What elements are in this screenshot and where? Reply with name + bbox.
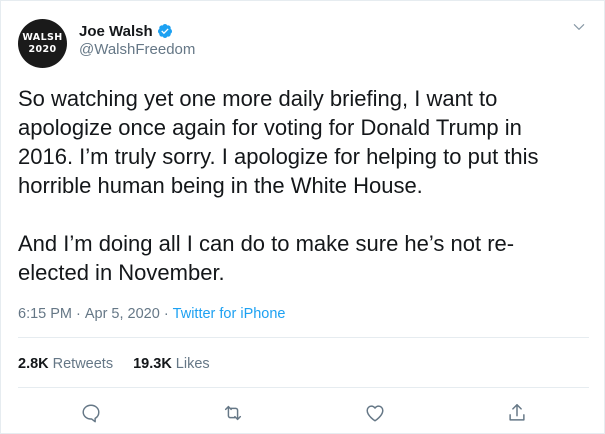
chevron-down-icon[interactable] <box>571 19 587 35</box>
author-handle[interactable]: @WalshFreedom <box>79 41 195 58</box>
likes-label: Likes <box>175 356 210 372</box>
tweet-meta: 6:15 PM · Apr 5, 2020 · Twitter for iPho… <box>18 306 286 322</box>
meta-separator: · <box>76 306 81 322</box>
action-bar <box>1 401 604 425</box>
display-name[interactable]: Joe Walsh <box>79 23 153 40</box>
verified-badge-icon <box>157 23 173 39</box>
likes-count: 19.3K <box>133 356 172 372</box>
retweets-label: Retweets <box>52 356 114 372</box>
tweet-card: WALSH 2020 Joe Walsh @WalshFreedom So wa… <box>0 0 605 434</box>
engagement-stats: 2.8K Retweets 19.3K Likes <box>18 356 230 372</box>
tweet-date[interactable]: Apr 5, 2020 <box>85 306 160 322</box>
avatar-text-line2: 2020 <box>28 43 57 55</box>
heart-icon[interactable] <box>363 401 387 425</box>
reply-icon[interactable] <box>79 401 103 425</box>
divider <box>18 337 589 338</box>
author-name-row: Joe Walsh <box>79 21 173 41</box>
avatar[interactable]: WALSH 2020 <box>18 19 67 68</box>
avatar-text-line1: WALSH <box>22 32 63 43</box>
tweet-source-link[interactable]: Twitter for iPhone <box>173 306 286 322</box>
divider <box>18 387 589 388</box>
share-icon[interactable] <box>505 401 529 425</box>
retweets-count: 2.8K <box>18 356 49 372</box>
retweet-icon[interactable] <box>221 401 245 425</box>
likes-stat[interactable]: 19.3K Likes <box>133 356 210 372</box>
retweets-stat[interactable]: 2.8K Retweets <box>18 356 113 372</box>
tweet-time[interactable]: 6:15 PM <box>18 306 72 322</box>
meta-separator: · <box>163 306 169 322</box>
tweet-text: So watching yet one more daily briefing,… <box>18 86 539 285</box>
